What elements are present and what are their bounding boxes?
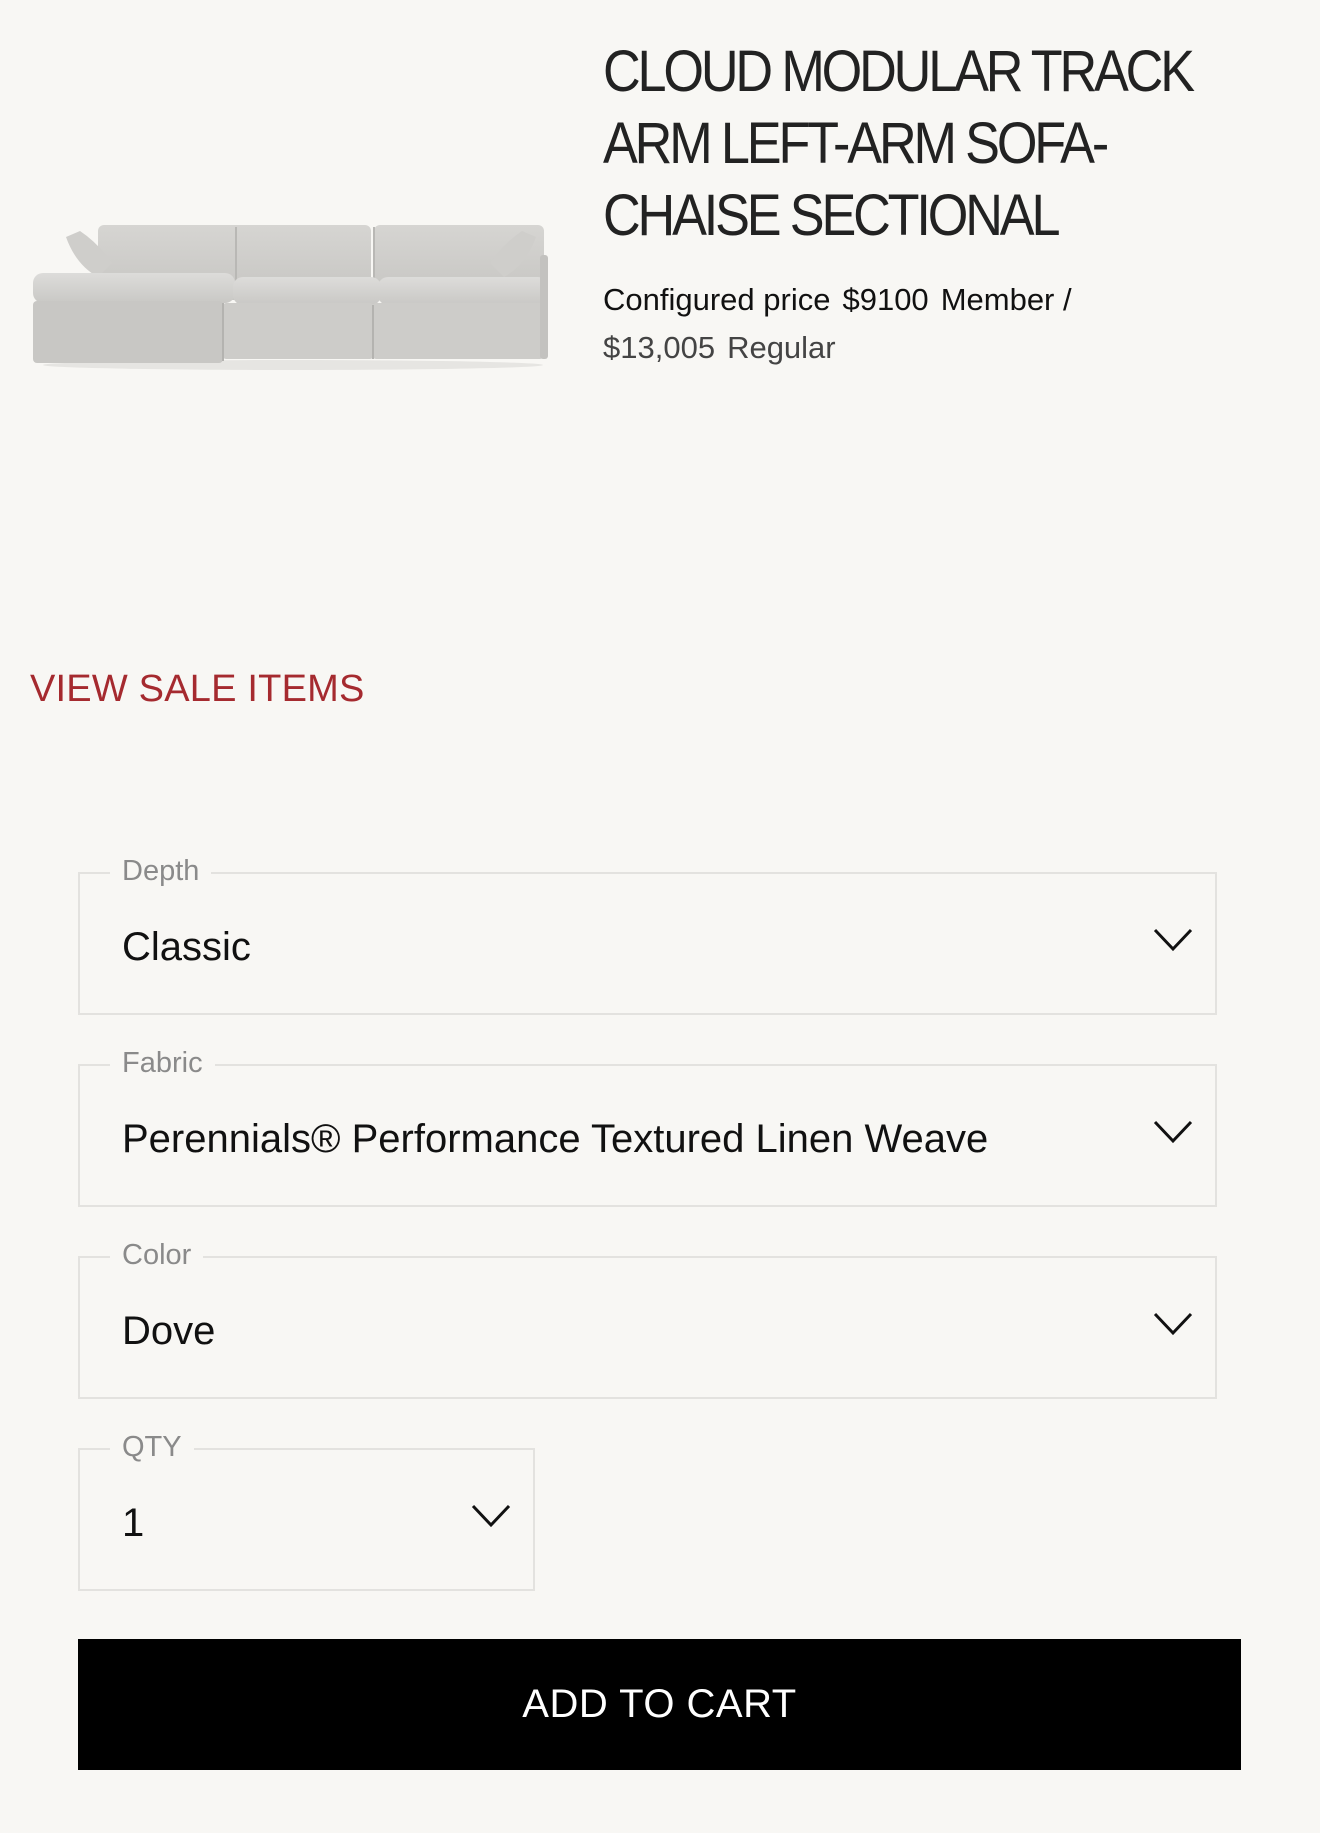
member-label: Member / [940, 282, 1072, 317]
product-title: CLOUD MODULAR TRACK ARM LEFT-ARM SOFA-CH… [603, 39, 1195, 248]
fabric-select[interactable]: Fabric Perennials® Performance Textured … [78, 1044, 1217, 1207]
price-line-member: Configured price $9100 Member / [603, 276, 1293, 324]
fabric-value: Perennials® Performance Textured Linen W… [122, 1117, 989, 1161]
qty-select[interactable]: QTY 1 [78, 1428, 535, 1591]
view-sale-items-link[interactable]: VIEW SALE ITEMS [30, 668, 365, 711]
depth-value: Classic [122, 925, 251, 969]
depth-select[interactable]: Depth Classic [78, 852, 1217, 1015]
color-value: Dove [122, 1309, 216, 1353]
chevron-down-icon [1153, 1312, 1193, 1336]
price-line-regular: $13,005 Regular [603, 324, 1293, 372]
member-price: $9100 [842, 282, 929, 317]
add-to-cart-button[interactable]: ADD TO CART [78, 1639, 1241, 1770]
qty-value: 1 [122, 1501, 145, 1545]
fabric-label: Fabric [110, 1044, 215, 1082]
chevron-down-icon [1153, 1120, 1193, 1144]
chevron-down-icon [471, 1504, 511, 1528]
regular-label: Regular [727, 330, 836, 365]
price-block: Configured price $9100 Member / $13,005 Reg… [603, 276, 1293, 372]
color-label: Color [110, 1236, 204, 1274]
chevron-down-icon [1153, 928, 1193, 952]
configured-price-label: Configured price [603, 282, 831, 317]
depth-label: Depth [110, 852, 212, 890]
color-select[interactable]: Color Dove [78, 1236, 1217, 1399]
qty-label: QTY [110, 1428, 194, 1466]
product-image [33, 225, 548, 370]
regular-price: $13,005 [603, 330, 716, 365]
